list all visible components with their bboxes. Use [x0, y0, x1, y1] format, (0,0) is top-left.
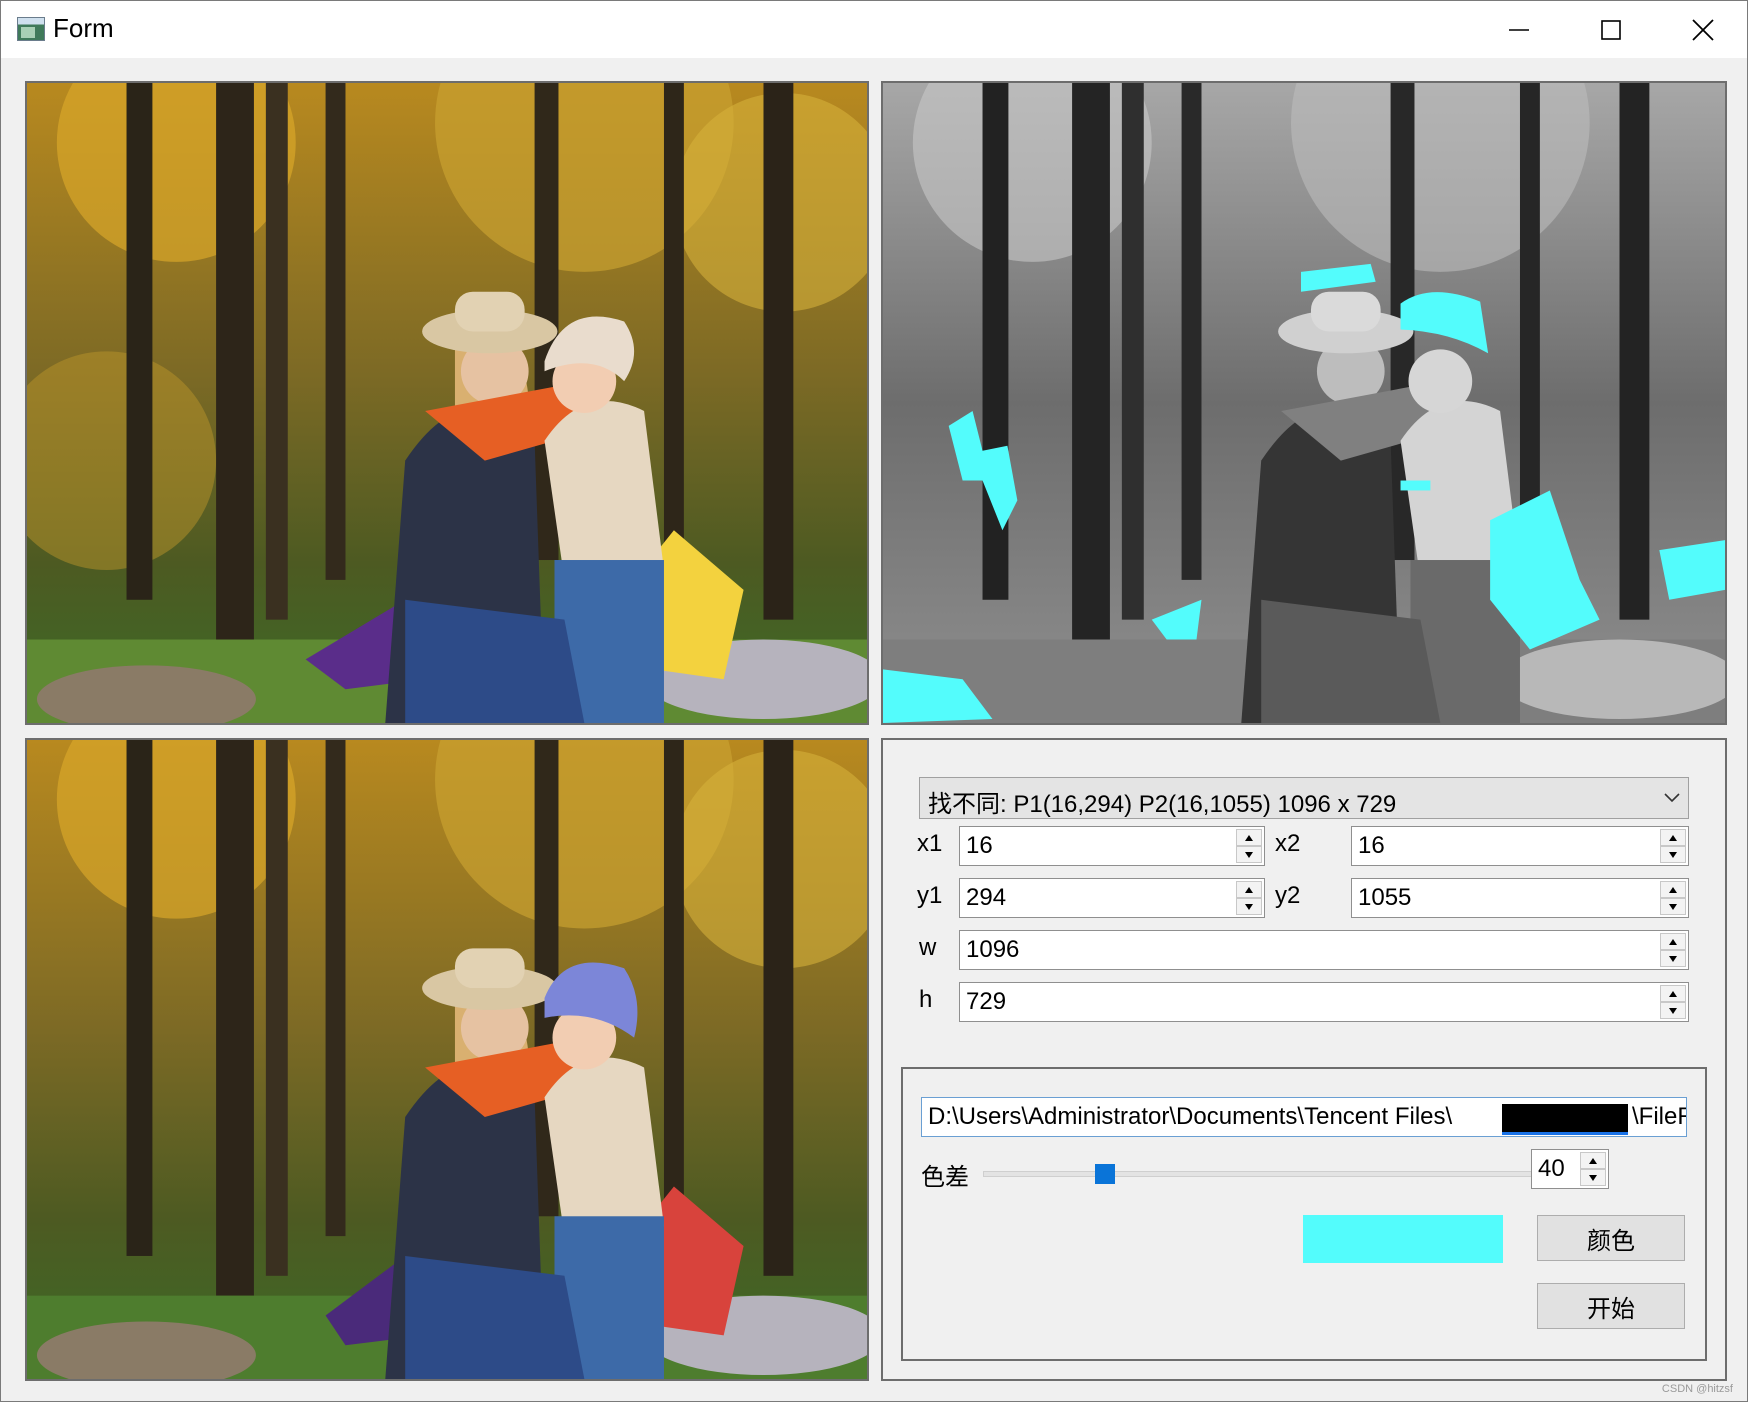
- tolerance-spinbox[interactable]: 40: [1531, 1149, 1609, 1189]
- mode-select-value: 找不同: P1(16,294) P2(16,1055) 1096 x 729: [928, 791, 1397, 818]
- spin-down-icon[interactable]: [1236, 846, 1262, 863]
- mode-select[interactable]: 找不同: P1(16,294) P2(16,1055) 1096 x 729: [919, 777, 1689, 819]
- tolerance-label: 色差: [921, 1164, 969, 1191]
- chevron-down-icon: [1664, 793, 1680, 803]
- app-icon: [17, 17, 45, 41]
- tolerance-slider-track[interactable]: [983, 1171, 1593, 1177]
- spin-up-icon[interactable]: [1580, 1152, 1606, 1169]
- color-swatch: [1303, 1215, 1503, 1263]
- close-icon: [1692, 18, 1714, 41]
- path-input-value: D:\Users\Administrator\Documents\Tencent…: [928, 1103, 1453, 1130]
- start-button[interactable]: 开始: [1537, 1283, 1685, 1329]
- w-label: w: [919, 934, 937, 961]
- difference-map: [883, 83, 1725, 723]
- window-title: Form: [53, 13, 114, 43]
- h-value: 729: [966, 988, 1007, 1015]
- x2-label: x2: [1275, 830, 1301, 857]
- w-spinbox[interactable]: 1096: [959, 930, 1689, 970]
- spin-up-icon[interactable]: [1660, 985, 1686, 1002]
- watermark: CSDN @hitzsf: [1661, 1383, 1733, 1395]
- spin-up-icon[interactable]: [1236, 881, 1262, 898]
- modified-image-panel: [25, 738, 869, 1381]
- spin-up-icon[interactable]: [1236, 829, 1262, 846]
- h-spinbox[interactable]: 729: [959, 982, 1689, 1022]
- x2-spinbox[interactable]: 16: [1351, 826, 1689, 866]
- x1-value: 16: [966, 832, 993, 859]
- spin-down-icon[interactable]: [1660, 846, 1686, 863]
- spin-down-icon[interactable]: [1580, 1169, 1606, 1186]
- app-window: Form 找不同: P1(16,294) P2(16,1055) 1096 x …: [0, 0, 1748, 1402]
- controls-panel: 找不同: P1(16,294) P2(16,1055) 1096 x 729 x…: [881, 738, 1727, 1381]
- path-input-tail: \FileR: [1632, 1103, 1686, 1130]
- spin-up-icon[interactable]: [1660, 933, 1686, 950]
- x2-value: 16: [1358, 832, 1385, 859]
- y1-label: y1: [917, 882, 943, 909]
- title-bar[interactable]: Form: [1, 1, 1747, 58]
- tolerance-slider-handle[interactable]: [1095, 1164, 1115, 1184]
- maximize-button[interactable]: [1565, 1, 1657, 58]
- y2-label: y2: [1275, 882, 1301, 909]
- x1-label: x1: [917, 830, 943, 857]
- maximize-icon: [1601, 19, 1621, 40]
- minimize-button[interactable]: [1473, 1, 1565, 58]
- settings-group: D:\Users\Administrator\Documents\Tencent…: [901, 1067, 1707, 1361]
- redacted-region: [1502, 1104, 1628, 1135]
- close-button[interactable]: [1657, 1, 1749, 58]
- difference-image-panel: [881, 81, 1727, 725]
- spin-down-icon[interactable]: [1660, 1002, 1686, 1019]
- modified-photo: [27, 740, 867, 1379]
- w-value: 1096: [966, 936, 1020, 963]
- y1-value: 294: [966, 884, 1007, 911]
- original-photo: [27, 83, 867, 723]
- spin-down-icon[interactable]: [1660, 898, 1686, 915]
- y1-spinbox[interactable]: 294: [959, 878, 1265, 918]
- spin-down-icon[interactable]: [1236, 898, 1262, 915]
- x1-spinbox[interactable]: 16: [959, 826, 1265, 866]
- original-image-panel: [25, 81, 869, 725]
- h-label: h: [919, 986, 933, 1013]
- y2-value: 1055: [1358, 884, 1412, 911]
- spin-up-icon[interactable]: [1660, 829, 1686, 846]
- spin-up-icon[interactable]: [1660, 881, 1686, 898]
- y2-spinbox[interactable]: 1055: [1351, 878, 1689, 918]
- color-button[interactable]: 颜色: [1537, 1215, 1685, 1261]
- spin-down-icon[interactable]: [1660, 950, 1686, 967]
- path-input[interactable]: D:\Users\Administrator\Documents\Tencent…: [921, 1097, 1687, 1137]
- tolerance-value: 40: [1538, 1155, 1565, 1182]
- minimize-icon: [1509, 28, 1529, 31]
